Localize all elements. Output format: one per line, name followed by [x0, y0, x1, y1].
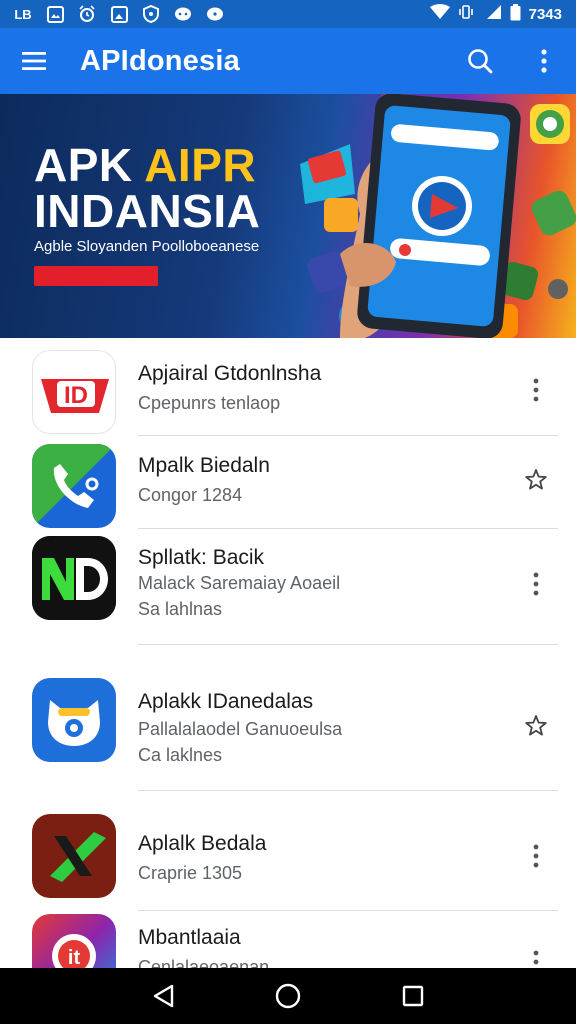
x-logo-icon: [32, 814, 116, 898]
more-vertical-icon: [533, 950, 539, 965]
cat-eye-icon: [32, 678, 116, 762]
app-subtitle: Pallalalaodel Ganuoeulsa: [138, 719, 343, 739]
battery-icon: [510, 3, 521, 25]
app-name: Spllatk: Bacik: [138, 546, 265, 569]
home-button[interactable]: [268, 976, 308, 1016]
gallery-icon: [110, 5, 128, 23]
list-item[interactable]: Mpalk Biedaln Congor 1284: [0, 436, 576, 528]
list-item[interactable]: Aplakk IDanedalas Pallalalaodel Ganuoeul…: [0, 644, 576, 790]
menu-button[interactable]: [0, 28, 68, 94]
more-vertical-icon: [541, 49, 547, 73]
favorite-button[interactable]: [516, 458, 556, 502]
system-nav-bar: [0, 968, 576, 1024]
signal-icon: [482, 4, 502, 24]
lb-icon: LB: [14, 6, 32, 22]
favorite-button[interactable]: [516, 704, 556, 748]
more-options-button[interactable]: [516, 834, 556, 878]
status-bar: LB 7343: [0, 0, 576, 28]
more-options-button[interactable]: [516, 940, 556, 968]
star-outline-icon: [525, 469, 547, 490]
recents-button[interactable]: [393, 976, 433, 1016]
app-subtitle-2: Ca laklnes: [138, 745, 223, 765]
app-bar: APIdonesia: [0, 28, 576, 94]
app-subtitle: Malack Saremaiay Aoaeil: [138, 573, 341, 593]
it-logo-icon: it: [32, 914, 116, 968]
alarm-icon: [78, 5, 96, 23]
chat-icon: [206, 5, 224, 23]
more-options-button[interactable]: [516, 562, 556, 606]
app-name: Mbantlaaia: [138, 926, 241, 949]
svg-text:it: it: [68, 947, 81, 968]
list-item[interactable]: it Mbantlaaia Cenlalaeoaenan: [0, 910, 576, 968]
app-name: Apjairal Gtdonlnsha: [138, 362, 322, 385]
app-title: APIdonesia: [80, 44, 240, 77]
more-vertical-icon: [533, 378, 539, 402]
app-name: Aplalk Bedala: [138, 832, 267, 855]
back-triangle-icon: [153, 984, 173, 1008]
banner-subtitle: Agble Sloyanden Poolloboeanese: [34, 238, 260, 255]
message-icon: [174, 5, 192, 23]
more-options-button[interactable]: [516, 368, 556, 412]
nd-logo-icon: [32, 536, 116, 620]
app-name: Aplakk IDanedalas: [138, 690, 314, 713]
home-circle-icon: [275, 983, 301, 1009]
clock-time: 7343: [528, 5, 562, 23]
app-subtitle: Cpepunrs tenlaop: [138, 393, 281, 413]
app-subtitle: Congor 1284: [138, 485, 243, 505]
vibrate-icon: [458, 4, 474, 24]
phone-app-icon: [32, 444, 116, 528]
more-vertical-icon: [533, 844, 539, 868]
hamburger-menu-icon: [22, 52, 46, 70]
promo-banner[interactable]: APK AIPR INDANSIA Agble Sloyanden Poollo…: [0, 94, 576, 338]
app-name: Mpalk Biedaln: [138, 454, 270, 477]
banner-cta-button[interactable]: [34, 266, 158, 286]
more-vertical-icon: [533, 572, 539, 596]
app-subtitle: Cenlalaeoaenan: [138, 957, 270, 968]
image-icon: [46, 5, 64, 23]
svg-text:ID: ID: [64, 382, 88, 409]
overflow-menu-button[interactable]: [512, 28, 576, 94]
list-item[interactable]: ID Apjairal Gtdonlnsha Cpepunrs tenlaop: [0, 338, 576, 436]
banner-title: APK AIPR INDANSIA: [34, 139, 261, 237]
wifi-icon: [429, 4, 450, 24]
recents-square-icon: [403, 985, 424, 1007]
search-button[interactable]: [448, 28, 512, 94]
star-outline-icon: [525, 715, 547, 736]
app-subtitle-2: Sa lahlnas: [138, 599, 223, 619]
search-icon: [468, 49, 493, 74]
back-button[interactable]: [143, 976, 183, 1016]
phone-hand-illustration: [300, 94, 576, 338]
app-subtitle: Craprie 1305: [138, 863, 243, 883]
shield-icon: [142, 5, 160, 23]
list-item[interactable]: Aplalk Bedala Craprie 1305: [0, 790, 576, 910]
list-item[interactable]: Spllatk: Bacik Malack Saremaiay Aoaeil S…: [0, 528, 576, 644]
id-badge-icon: ID: [32, 350, 116, 434]
